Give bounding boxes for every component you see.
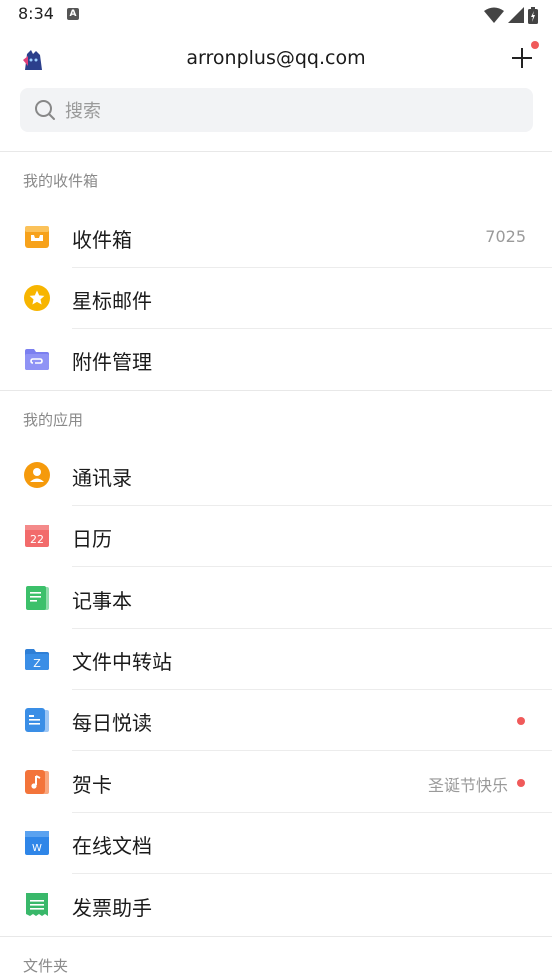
- battery-icon: [528, 6, 538, 24]
- list-item-daily-reading[interactable]: 每日悦读: [0, 690, 552, 751]
- list-item-label: 通讯录: [72, 466, 132, 490]
- search-placeholder: 搜索: [65, 101, 101, 122]
- greeting-subtitle: 圣诞节快乐: [427, 776, 508, 795]
- invoice-icon: [26, 893, 48, 916]
- status-icons: [484, 6, 538, 24]
- notification-a-icon: A: [67, 8, 79, 20]
- contacts-icon: [24, 462, 50, 488]
- divider: [0, 151, 552, 152]
- list-item-online-doc[interactable]: W 在线文档: [0, 813, 552, 874]
- list-item-notepad[interactable]: 记事本: [0, 568, 552, 629]
- list-item-label: 文件中转站: [72, 650, 172, 674]
- greeting-card-icon: [25, 770, 49, 794]
- new-content-dot: [517, 779, 525, 787]
- list-item-label: 记事本: [72, 589, 132, 613]
- daily-reading-icon: [25, 708, 49, 732]
- inbox-tray-icon: [25, 226, 49, 248]
- list-item-label: 在线文档: [72, 834, 152, 858]
- list-item-starred[interactable]: 星标邮件: [0, 268, 552, 329]
- list-item-label: 收件箱: [72, 228, 132, 252]
- list-item-file-transfer[interactable]: Z 文件中转站: [0, 629, 552, 690]
- compose-add-button[interactable]: [508, 41, 539, 72]
- list-item-invoice[interactable]: 发票助手: [0, 875, 552, 936]
- search-icon: [35, 100, 55, 120]
- section-label-apps: 我的应用: [23, 411, 84, 429]
- online-doc-icon: W: [25, 831, 49, 855]
- divider: [72, 566, 552, 567]
- new-content-dot: [517, 717, 525, 725]
- wifi-icon: [484, 7, 504, 23]
- list-item-inbox[interactable]: 收件箱 7025: [0, 207, 552, 268]
- list-item-greeting-card[interactable]: 贺卡 圣诞节快乐: [0, 752, 552, 813]
- unread-count: 7025: [485, 227, 526, 246]
- list-item-label: 贺卡: [72, 773, 112, 797]
- list-item-label: 星标邮件: [72, 289, 152, 313]
- list-item-attachments[interactable]: 附件管理: [0, 329, 552, 390]
- account-email[interactable]: arronplus@qq.com: [0, 47, 552, 69]
- list-item-label: 每日悦读: [72, 711, 152, 735]
- list-item-calendar[interactable]: 22 日历: [0, 506, 552, 567]
- list-item-label: 附件管理: [72, 350, 152, 374]
- divider: [0, 936, 552, 937]
- search-input[interactable]: 搜索: [20, 88, 533, 132]
- notepad-icon: [26, 586, 49, 610]
- divider: [72, 873, 552, 874]
- svg-text:W: W: [32, 843, 42, 854]
- star-icon: [24, 285, 50, 311]
- calendar-icon: 22: [25, 525, 49, 547]
- file-transfer-icon: Z: [25, 649, 49, 670]
- signal-icon: [508, 7, 524, 23]
- status-time: 8:34: [18, 4, 54, 23]
- section-label-folders: 文件夹: [23, 957, 69, 975]
- status-bar: 8:34 A: [0, 0, 552, 30]
- notification-dot: [531, 41, 539, 49]
- divider: [0, 390, 552, 391]
- svg-text:Z: Z: [33, 657, 41, 670]
- list-item-label: 发票助手: [72, 896, 152, 920]
- header: arronplus@qq.com: [0, 38, 552, 82]
- list-item-label: 日历: [72, 527, 112, 551]
- attachment-folder-icon: [25, 349, 49, 370]
- svg-text:22: 22: [30, 533, 44, 546]
- section-label-inbox: 我的收件箱: [23, 172, 99, 190]
- list-item-contacts[interactable]: 通讯录: [0, 445, 552, 506]
- divider: [72, 750, 552, 751]
